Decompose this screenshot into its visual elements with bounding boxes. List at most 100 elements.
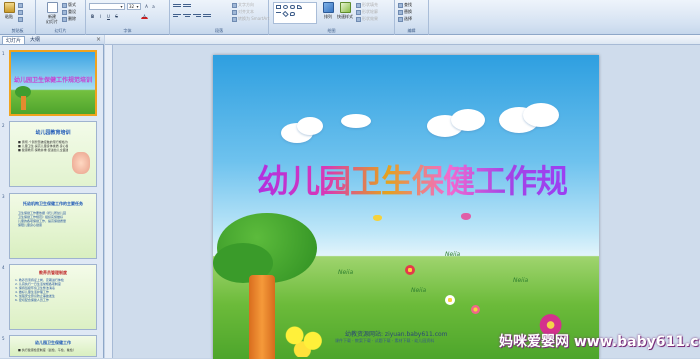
paragraph-group: 文字方向 对齐文本 转换为 SmartArt 段落 — [170, 0, 269, 35]
arrange-button[interactable]: 排列 — [321, 2, 335, 20]
shapes-gallery[interactable] — [273, 2, 317, 24]
font-group-label: 字体 — [123, 28, 132, 33]
cut-button[interactable] — [18, 2, 24, 8]
align-text-button[interactable]: 对齐文本 — [232, 9, 254, 15]
copy-icon — [18, 9, 23, 15]
flower-icon — [405, 265, 415, 275]
shape-effects-label: 形状效果 — [362, 16, 378, 21]
flower-icon — [471, 305, 480, 314]
slide-thumbnail-1[interactable]: 幼儿园卫生保健工作规范培训 — [9, 50, 97, 116]
delete-button[interactable]: 删除 — [62, 16, 76, 22]
cloud — [451, 109, 485, 131]
font-name-combo[interactable]: ▾ — [89, 3, 125, 10]
align-left-icon[interactable] — [173, 13, 181, 19]
vertical-ruler[interactable] — [105, 45, 113, 358]
slide-thumbnail-4[interactable]: 教养员管理制度 1. 教养员须持证上岗，定期进行体检 2. 认真执行一日生活常规… — [9, 264, 97, 330]
flower-cluster — [279, 321, 331, 357]
format-painter-button[interactable] — [18, 16, 24, 22]
tab-slides[interactable]: 幻灯片 — [2, 36, 26, 44]
effects-icon — [356, 16, 361, 22]
smartart-icon — [232, 16, 237, 22]
shape-effects-button[interactable]: 形状效果 — [356, 16, 378, 22]
text-direction-button[interactable]: 文字方向 — [232, 2, 254, 8]
shape-outline-button[interactable]: 形状轮廓 — [356, 9, 378, 15]
cloud — [297, 117, 323, 135]
slide-thumbnail-2[interactable]: 幼儿园教育培训 ■ 贯彻·个别智慧被接触的现行规格为标准 ■ 儿童卫生·提高儿童… — [9, 121, 97, 187]
tab-outline[interactable]: 大纲 — [27, 36, 43, 44]
slide-canvas[interactable]: 幼儿园卫生保健工作规范培训 Neiia Neiia Neiia Neiia 幼教… — [213, 55, 599, 359]
layout-button[interactable]: 版式 — [62, 2, 76, 8]
thumb-line: ■ 执行健康检查制度（晨检、午检、晚检） — [18, 348, 76, 352]
bold-button[interactable]: B — [89, 13, 96, 19]
brush-icon — [18, 16, 23, 22]
rounded-rect-shape-icon[interactable] — [290, 5, 295, 9]
new-slide-button[interactable]: 新建 幻灯片 — [44, 2, 60, 24]
oval-shape-icon[interactable] — [283, 5, 288, 9]
quick-styles-label: 快速样式 — [337, 14, 353, 19]
smartart-button[interactable]: 转换为 SmartArt — [232, 16, 269, 22]
grow-font-button[interactable]: A — [143, 3, 150, 9]
replace-button[interactable]: 替换 — [398, 9, 412, 15]
thumb-body: 卫生保健工作要依据《托儿所幼儿园 卫生保健工作规范》组织实施做好 儿童的各项保健… — [18, 211, 88, 227]
shrink-font-button[interactable]: a — [150, 3, 157, 9]
justify-icon[interactable] — [203, 13, 211, 19]
thumb-number: 5 — [2, 336, 5, 341]
arrange-icon — [322, 2, 334, 13]
find-label: 查找 — [404, 2, 412, 7]
slide-title[interactable]: 幼儿园卫生保健工作规范培训 — [257, 156, 599, 202]
editing-group-label: 编辑 — [407, 28, 416, 33]
shape-outline-label: 形状轮廓 — [362, 9, 378, 14]
triangle-shape-icon[interactable] — [297, 5, 302, 9]
align-text-label: 对齐文本 — [238, 9, 254, 14]
thumb-number: 3 — [2, 194, 5, 199]
bullets-icon[interactable] — [173, 3, 181, 9]
strikethrough-button[interactable]: S — [113, 13, 120, 19]
layout-icon — [62, 2, 67, 8]
cloud — [523, 103, 559, 127]
find-button[interactable]: 查找 — [398, 2, 412, 8]
underline-button[interactable]: U — [105, 13, 112, 19]
align-center-icon[interactable] — [183, 13, 191, 19]
smartart-label: 转换为 SmartArt — [238, 16, 270, 21]
thumb-title: 幼儿园教育培训 — [35, 130, 71, 136]
horizontal-ruler[interactable] — [105, 35, 700, 45]
editing-group: 查找 替换 选择 编辑 — [395, 0, 429, 35]
arrow-shape-icon[interactable] — [276, 12, 281, 16]
copy-button[interactable] — [18, 9, 24, 15]
paste-button[interactable]: 粘贴 — [2, 2, 16, 20]
select-button[interactable]: 选择 — [398, 16, 412, 22]
align-right-icon[interactable] — [193, 13, 201, 19]
italic-button[interactable]: I — [97, 13, 104, 19]
rectangle-shape-icon[interactable] — [276, 5, 281, 9]
reset-button[interactable]: 重设 — [62, 9, 76, 15]
select-label: 选择 — [404, 16, 412, 21]
paste-icon — [3, 2, 15, 13]
pen-icon — [356, 9, 361, 15]
replace-icon — [398, 9, 403, 15]
reset-icon — [62, 9, 67, 15]
thumb-number: 1 — [2, 51, 5, 56]
shape-fill-label: 形状填充 — [362, 2, 378, 7]
shape-fill-button[interactable]: 形状填充 — [356, 2, 378, 8]
font-size-value: 32 — [129, 4, 135, 9]
pane-tabs: 幻灯片 大纲 × — [0, 35, 104, 45]
text-direction-label: 文字方向 — [238, 2, 254, 7]
slide-thumbnail-3[interactable]: 托幼机构卫生保健工作的主要任务 卫生保健工作要依据《托儿所幼儿园 卫生保健工作规… — [9, 193, 97, 259]
replace-label: 替换 — [404, 9, 412, 14]
slide-workspace: 幼儿园卫生保健工作规范培训 Neiia Neiia Neiia Neiia 幼教… — [105, 35, 700, 359]
star-shape-icon[interactable] — [282, 10, 289, 18]
slide-thumbnail-5[interactable]: 幼儿园卫生保健工作 ■ 执行健康检查制度（晨检、午检、晚检） — [9, 335, 97, 357]
quick-styles-button[interactable]: 快速样式 — [337, 2, 353, 20]
numbering-icon[interactable] — [183, 3, 191, 9]
grass-label: Neiia — [513, 277, 529, 284]
chevron-down-icon: ▾ — [136, 4, 139, 9]
thumb-title: 教养员管理制度 — [39, 270, 67, 275]
callout-shape-icon[interactable] — [290, 12, 295, 16]
font-group: ▾ 32 ▾ A a B I U S A 字体 — [86, 0, 170, 35]
font-size-combo[interactable]: 32 ▾ — [127, 3, 141, 10]
thumb-line: ■ 健康教育·保教并重·促进幼儿全面发展 — [18, 148, 68, 152]
font-color-button[interactable]: A — [141, 13, 148, 19]
close-icon[interactable]: × — [96, 36, 101, 43]
slides-group: 新建 幻灯片 版式 重设 删除 幻灯片 — [36, 0, 86, 35]
new-slide-icon — [46, 2, 58, 13]
